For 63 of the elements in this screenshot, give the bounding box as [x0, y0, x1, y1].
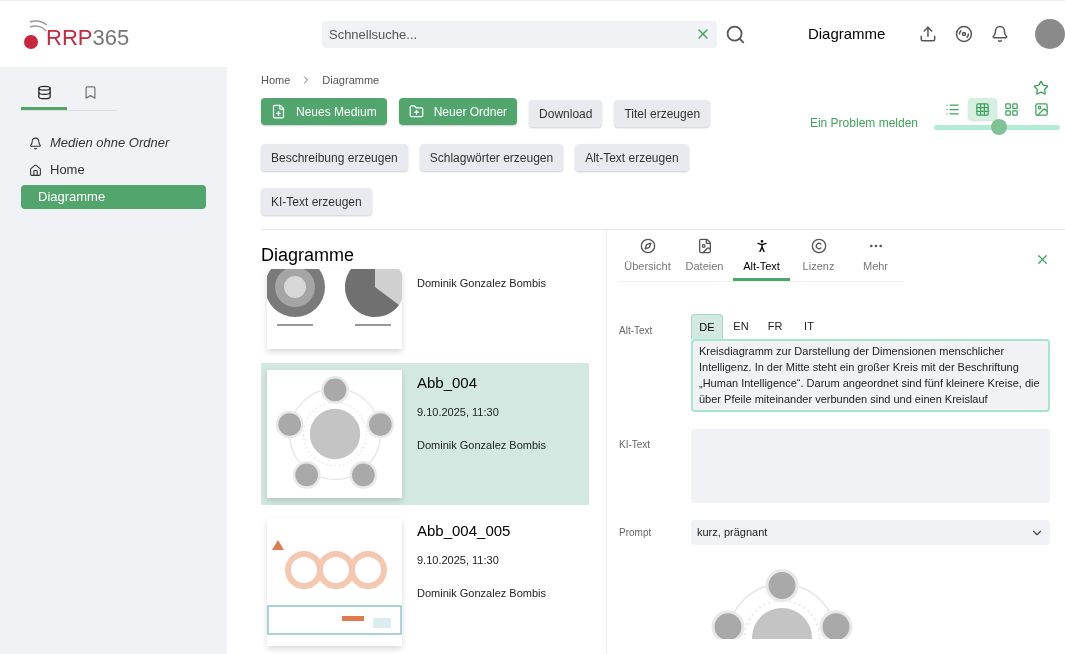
file-plus-icon — [271, 104, 286, 119]
close-icon[interactable] — [1035, 252, 1050, 267]
folder-plus-icon — [408, 104, 424, 119]
list-icon — [945, 101, 961, 117]
detail-tab[interactable]: Dateien — [676, 238, 733, 281]
media-author: Dominik Gonzalez Bombis — [417, 586, 546, 601]
sidebar-item[interactable]: Medien ohne Ordner — [21, 131, 206, 155]
prompt-dropdown[interactable]: kurz, prägnant — [691, 520, 1050, 545]
media-date: 9.10.2025, 11:30 — [417, 404, 500, 420]
action-button[interactable]: Titel erzeugen — [614, 100, 711, 127]
page-title: Diagramme — [807, 23, 886, 44]
compass-icon — [639, 238, 656, 254]
database-icon — [36, 85, 52, 100]
detail-tab[interactable]: Mehr — [847, 238, 904, 281]
search-icon[interactable] — [725, 23, 746, 45]
field-label: Alt-Text — [619, 324, 654, 338]
slider-thumb[interactable] — [991, 119, 1008, 135]
sidebar-item[interactable]: Home — [21, 158, 206, 182]
language-tab[interactable]: EN — [725, 314, 757, 339]
star-icon[interactable] — [1033, 80, 1049, 96]
media-author: Dominik Gonzalez Bombis — [417, 276, 546, 291]
copyright-icon — [810, 238, 827, 254]
bookmark-icon — [82, 85, 98, 100]
media-list-item[interactable]: Abb_004_005 9.10.2025, 11:30 Dominik Gonzalez Bombis — [261, 511, 589, 646]
media-author: Dominik Gonzalez Bombis — [417, 438, 546, 453]
image-file-icon — [696, 238, 713, 254]
detail-tab[interactable]: Übersicht — [619, 238, 676, 281]
table-icon — [974, 101, 990, 117]
action-button[interactable]: KI-Text erzeugen — [261, 188, 372, 215]
media-title: Abb_004_005 — [417, 521, 512, 541]
action-button[interactable]: Schlagwörter erzeugen — [419, 144, 564, 171]
field-label: KI-Text — [619, 438, 652, 452]
language-tab[interactable]: DE — [691, 314, 723, 339]
action-button[interactable]: Beschreibung erzeugen — [261, 144, 408, 171]
action-button[interactable]: Alt-Text erzeugen — [575, 144, 689, 171]
field-label: Prompt — [619, 526, 653, 540]
size-slider[interactable] — [934, 119, 1060, 135]
breadcrumb-link[interactable]: Diagramme — [322, 71, 380, 89]
detail-tab[interactable]: Alt-Text — [733, 238, 790, 281]
avatar[interactable] — [1035, 19, 1065, 49]
logo-text: RRP365 — [46, 27, 130, 49]
house-icon — [29, 163, 42, 177]
language-tab[interactable]: FR — [759, 314, 791, 339]
breadcrumb-link[interactable]: Home — [261, 71, 291, 89]
language-tab[interactable]: IT — [793, 314, 825, 339]
detail-tab[interactable]: Lizenz — [790, 238, 847, 281]
logo-signal-icon — [22, 19, 48, 49]
list-title: Diagramme — [261, 244, 356, 266]
media-date: 9.10.2025, 11:30 — [417, 552, 500, 568]
action-button[interactable]: Download — [529, 100, 603, 127]
alt-text-field[interactable]: Kreisdiagramm zur Darstellung der Dimensionen menschlicher Intelligenz. In der Mitte steht ein großer Kreis mit der Beschriftung „Human Intelligence“. Darum angeordnet sind fünf kleinere Kreise, die über Pfeile miteinander verbunden sind und einen Kreislauf — [691, 339, 1050, 412]
image-icon — [1033, 101, 1049, 117]
notification-icon[interactable] — [991, 25, 1010, 43]
sidebar-tab[interactable] — [21, 85, 67, 110]
bell-icon — [29, 136, 42, 150]
media-list-item[interactable]: Dominik Gonzalez Bombis — [261, 269, 589, 363]
media-list-item[interactable]: Abb_004 9.10.2025, 11:30 Dominik Gonzalez Bombis — [261, 363, 589, 505]
view-mode-button[interactable] — [967, 98, 997, 120]
grid-icon — [1004, 101, 1020, 117]
search-field[interactable]: Schnellsuche... — [321, 20, 717, 48]
upload-icon[interactable] — [919, 25, 938, 43]
media-title: Abb_004 — [417, 373, 479, 393]
disc-icon[interactable] — [955, 25, 974, 43]
